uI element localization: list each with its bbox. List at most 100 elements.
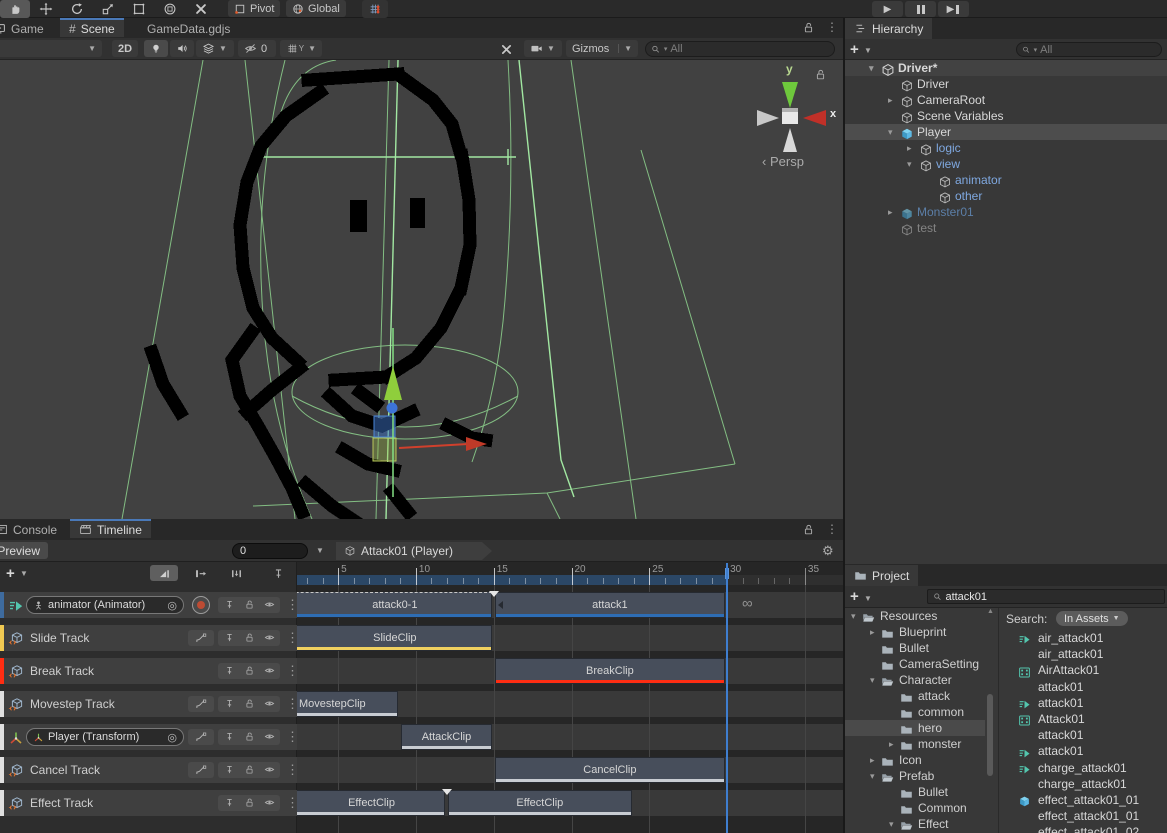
hierarchy-item-driver[interactable]: Driver bbox=[845, 76, 1167, 92]
scene-search-input[interactable] bbox=[670, 43, 829, 55]
tab-game[interactable]: Game bbox=[0, 19, 53, 38]
project-folder-common[interactable]: Common bbox=[845, 800, 985, 816]
panel-menu-icon[interactable]: ⋮ bbox=[826, 522, 838, 536]
asset-air-attack01[interactable]: air_attack01 bbox=[1000, 630, 1167, 646]
track-visibility-button[interactable] bbox=[264, 596, 275, 614]
mute-pin-button[interactable] bbox=[224, 662, 235, 680]
project-folder-prefab[interactable]: ▾Prefab bbox=[845, 768, 985, 784]
play-button[interactable]: ▶ bbox=[872, 1, 903, 17]
add-track-dropdown-icon[interactable]: ▼ bbox=[20, 569, 28, 578]
clip-attack1[interactable]: attack1 bbox=[495, 592, 725, 618]
hierarchy-search-input[interactable] bbox=[1040, 44, 1156, 56]
grid-visibility-dropdown[interactable]: Y▼ bbox=[280, 40, 322, 57]
hierarchy-item-monster01[interactable]: ▸Monster01 bbox=[845, 204, 1167, 220]
track-effect-track[interactable]: Effect Track⋮ bbox=[0, 790, 297, 816]
expand-arrow-icon[interactable]: ▾ bbox=[870, 672, 875, 688]
panel-menu-icon[interactable]: ⋮ bbox=[826, 20, 838, 34]
track-visibility-button[interactable] bbox=[264, 629, 275, 647]
lock-open-icon[interactable] bbox=[802, 523, 815, 536]
gizmo-x-axis[interactable] bbox=[399, 444, 468, 448]
effects-dropdown[interactable]: ▼ bbox=[196, 40, 234, 57]
scene-tools-icon[interactable] bbox=[500, 43, 513, 56]
track-menu-icon[interactable]: ⋮ bbox=[286, 597, 297, 613]
track-slide-track[interactable]: Slide Track⋮ bbox=[0, 625, 297, 651]
timeline-clip-lanes[interactable]: attack0-1attack1∞SlideClipBreakClipMoves… bbox=[297, 585, 843, 833]
expand-arrow-icon[interactable]: ▾ bbox=[888, 124, 893, 140]
asset-effect-attack01-01[interactable]: effect_attack01_01 bbox=[1000, 792, 1167, 808]
object-picker-icon[interactable]: ◎ bbox=[167, 731, 177, 744]
clip-marker-icon[interactable] bbox=[489, 591, 499, 597]
project-folder-camerasetting[interactable]: CameraSetting bbox=[845, 656, 985, 672]
track-menu-icon[interactable]: ⋮ bbox=[286, 795, 297, 811]
lock-open-icon[interactable] bbox=[802, 21, 815, 34]
expand-arrow-icon[interactable]: ▾ bbox=[889, 816, 894, 832]
mute-pin-button[interactable] bbox=[224, 596, 235, 614]
project-search-input[interactable] bbox=[945, 591, 1159, 603]
asset-air-attack01[interactable]: air_attack01 bbox=[1000, 646, 1167, 662]
track-movestep-track[interactable]: Movestep Track⋮ bbox=[0, 691, 297, 717]
shading-dropdown[interactable]: Shaded▼ bbox=[0, 40, 102, 57]
track-cancel-track[interactable]: Cancel Track⋮ bbox=[0, 757, 297, 783]
asset-effect-attack01-01[interactable]: effect_attack01_01 bbox=[1000, 808, 1167, 824]
create-object-dropdown-icon[interactable]: ▼ bbox=[864, 46, 872, 55]
preview-toggle[interactable]: Preview bbox=[0, 542, 48, 559]
track-menu-icon[interactable]: ⋮ bbox=[286, 663, 297, 679]
lock-track-button[interactable] bbox=[244, 761, 255, 779]
pivot-toggle[interactable]: Pivot bbox=[228, 0, 280, 17]
collapse-arrow-icon[interactable]: ▸ bbox=[888, 204, 893, 220]
move-tool-button[interactable] bbox=[31, 0, 61, 18]
mute-pin-button[interactable] bbox=[224, 761, 235, 779]
tab-console[interactable]: Console bbox=[0, 520, 66, 539]
hidden-objects-toggle[interactable]: 0 bbox=[238, 40, 276, 57]
mute-pin-button[interactable] bbox=[224, 728, 235, 746]
persp-label[interactable]: ‹ Persp bbox=[762, 154, 804, 169]
asset-attack01[interactable]: Attack01 bbox=[1000, 711, 1167, 727]
collapse-arrow-icon[interactable]: ▸ bbox=[870, 624, 875, 640]
create-object-button[interactable]: + bbox=[850, 41, 859, 58]
clip-attackclip[interactable]: AttackClip bbox=[401, 724, 491, 750]
scrollbar-thumb[interactable] bbox=[987, 694, 993, 776]
scroll-up-icon[interactable]: ▲ bbox=[987, 608, 994, 615]
hierarchy-item-player[interactable]: ▾Player bbox=[845, 124, 1167, 140]
object-picker-icon[interactable]: ◎ bbox=[167, 599, 177, 612]
hierarchy-item-scene-variables[interactable]: Scene Variables bbox=[845, 108, 1167, 124]
asset-attack01[interactable]: attack01 bbox=[1000, 727, 1167, 743]
expand-arrow-icon[interactable]: ▾ bbox=[869, 60, 874, 76]
global-toggle[interactable]: Global bbox=[286, 0, 346, 17]
track-binding-field[interactable]: animator (Animator)◎ bbox=[26, 596, 184, 614]
project-folder-effect[interactable]: ▾Effect bbox=[845, 816, 985, 832]
mute-pin-button[interactable] bbox=[224, 794, 235, 812]
view-orientation-gizmo[interactable] bbox=[757, 82, 826, 152]
tab-hierarchy[interactable]: Hierarchy bbox=[845, 18, 932, 39]
track-visibility-button[interactable] bbox=[264, 761, 275, 779]
timeline-settings-gear-icon[interactable]: ⚙ bbox=[822, 543, 834, 559]
project-folder-hero[interactable]: hero bbox=[845, 720, 985, 736]
lock-track-button[interactable] bbox=[244, 695, 255, 713]
track-player-transform[interactable]: Player (Transform)◎⋮ bbox=[0, 724, 297, 750]
track-visibility-button[interactable] bbox=[264, 695, 275, 713]
view-lock-icon[interactable] bbox=[814, 68, 827, 81]
expand-arrow-icon[interactable]: ▾ bbox=[851, 608, 856, 624]
create-asset-button[interactable]: + bbox=[850, 588, 859, 605]
mute-pin-button[interactable] bbox=[224, 629, 235, 647]
track-menu-icon[interactable]: ⋮ bbox=[286, 696, 297, 712]
project-folder-icon[interactable]: ▸Icon bbox=[845, 752, 985, 768]
gizmo-center-dot[interactable] bbox=[387, 403, 398, 414]
wrench-tool-button[interactable] bbox=[186, 0, 216, 18]
pause-button[interactable] bbox=[905, 1, 936, 17]
project-folder-common[interactable]: common bbox=[845, 704, 985, 720]
clip-slideclip[interactable]: SlideClip bbox=[297, 625, 492, 651]
asset-effect-attack01-02[interactable]: effect_attack01_02 bbox=[1000, 824, 1167, 833]
hierarchy-search[interactable]: ▾ bbox=[1016, 42, 1162, 57]
curves-toggle-button[interactable] bbox=[188, 696, 214, 712]
asset-attack01[interactable]: attack01 bbox=[1000, 695, 1167, 711]
project-search[interactable] bbox=[927, 589, 1165, 604]
hierarchy-item-cameraroot[interactable]: ▸CameraRoot bbox=[845, 92, 1167, 108]
timeline-breadcrumb[interactable]: Attack01 (Player) bbox=[336, 542, 492, 560]
lighting-toggle[interactable] bbox=[144, 40, 168, 57]
scene-viewport[interactable]: y x ‹ Persp bbox=[0, 60, 843, 519]
mute-pin-button[interactable] bbox=[224, 695, 235, 713]
gizmo-xy-plane-handle[interactable] bbox=[374, 416, 395, 437]
clip-breakclip[interactable]: BreakClip bbox=[495, 658, 725, 684]
toggle-2d[interactable]: 2D bbox=[112, 40, 138, 57]
